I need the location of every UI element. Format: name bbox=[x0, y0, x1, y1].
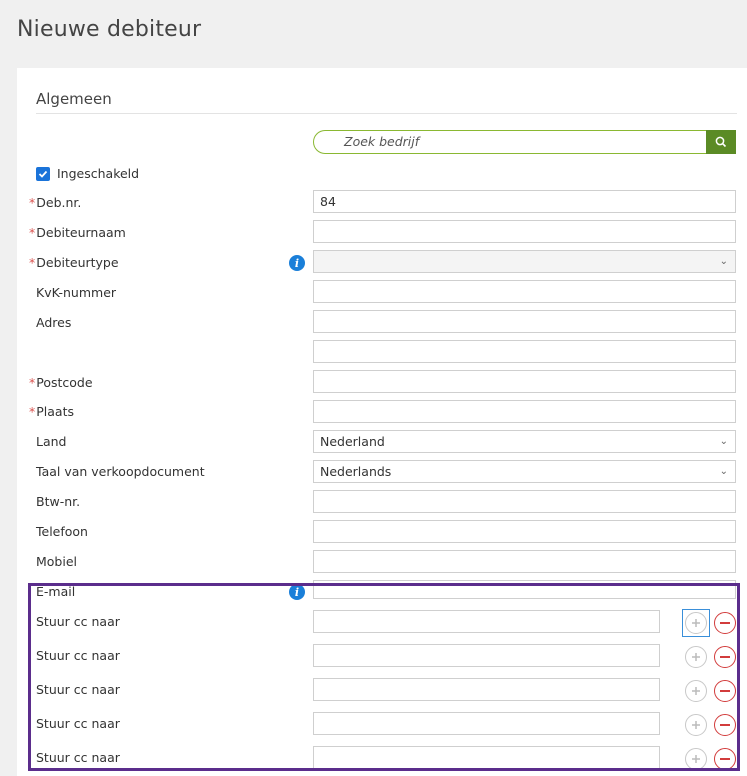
debiteurtype-label: *Debiteurtype bbox=[29, 255, 119, 271]
debnr-label-text: Deb.nr. bbox=[36, 195, 82, 210]
plaats-label-text: Plaats bbox=[36, 404, 74, 419]
check-icon bbox=[38, 170, 48, 178]
enabled-label: Ingeschakeld bbox=[57, 166, 140, 181]
required-marker: * bbox=[29, 255, 36, 270]
debiteurtype-label-text: Debiteurtype bbox=[36, 255, 119, 270]
highlight-frame bbox=[28, 583, 740, 771]
debiteurnaam-input[interactable] bbox=[313, 220, 736, 243]
postcode-input[interactable] bbox=[313, 370, 736, 393]
adres-line2-input[interactable] bbox=[313, 340, 736, 363]
debnr-input[interactable]: 84 bbox=[313, 190, 736, 213]
info-icon[interactable]: i bbox=[289, 255, 305, 271]
land-value: Nederland bbox=[320, 434, 385, 449]
land-label: Land bbox=[36, 434, 67, 449]
debiteurtype-select[interactable]: ⌄ bbox=[313, 250, 736, 273]
plaats-input[interactable] bbox=[313, 400, 736, 423]
mobiel-input[interactable] bbox=[313, 550, 736, 573]
plaats-label: *Plaats bbox=[29, 404, 74, 420]
postcode-label-text: Postcode bbox=[36, 375, 93, 390]
debiteurnaam-label-text: Debiteurnaam bbox=[36, 225, 126, 240]
chevron-down-icon: ⌄ bbox=[719, 256, 728, 267]
adres-label: Adres bbox=[36, 315, 72, 330]
section-divider bbox=[36, 113, 737, 114]
required-marker: * bbox=[29, 195, 36, 210]
search-button[interactable] bbox=[706, 130, 736, 154]
chevron-down-icon: ⌄ bbox=[719, 436, 728, 447]
chevron-down-icon: ⌄ bbox=[719, 466, 728, 477]
search-company-input[interactable]: Zoek bedrijf bbox=[313, 130, 706, 154]
taal-select[interactable]: Nederlands ⌄ bbox=[313, 460, 736, 483]
search-icon bbox=[715, 136, 727, 148]
page-title: Nieuwe debiteur bbox=[17, 17, 202, 42]
telefoon-label: Telefoon bbox=[36, 524, 88, 539]
enabled-checkbox[interactable] bbox=[36, 167, 50, 181]
taal-value: Nederlands bbox=[320, 464, 392, 479]
adres-input[interactable] bbox=[313, 310, 736, 333]
btw-input[interactable] bbox=[313, 490, 736, 513]
postcode-label: *Postcode bbox=[29, 375, 93, 391]
btw-label: Btw-nr. bbox=[36, 494, 81, 509]
required-marker: * bbox=[29, 225, 36, 240]
required-marker: * bbox=[29, 404, 36, 419]
kvk-label: KvK-nummer bbox=[36, 285, 117, 300]
section-title: Algemeen bbox=[36, 90, 112, 108]
kvk-input[interactable] bbox=[313, 280, 736, 303]
debnr-label: *Deb.nr. bbox=[29, 195, 81, 211]
required-marker: * bbox=[29, 375, 36, 390]
mobiel-label: Mobiel bbox=[36, 554, 78, 569]
land-select[interactable]: Nederland ⌄ bbox=[313, 430, 736, 453]
taal-label: Taal van verkoopdocument bbox=[36, 464, 205, 479]
debiteurnaam-label: *Debiteurnaam bbox=[29, 225, 126, 241]
telefoon-input[interactable] bbox=[313, 520, 736, 543]
